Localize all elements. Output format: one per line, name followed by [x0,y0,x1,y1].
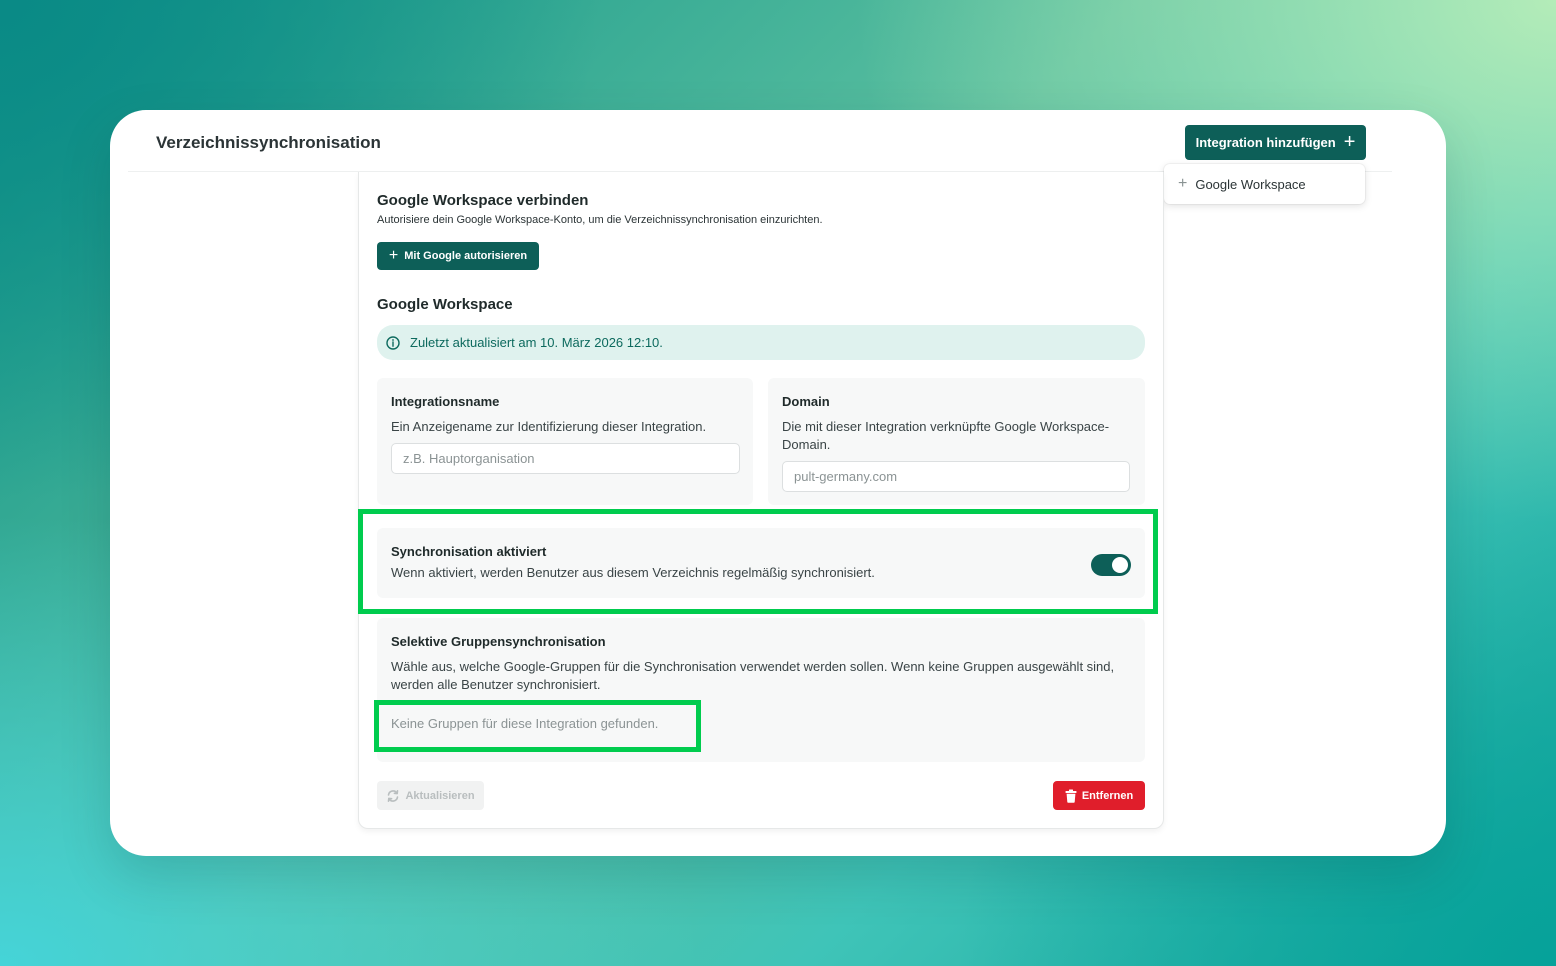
add-integration-label: Integration hinzufügen [1195,135,1336,150]
refresh-icon [388,789,399,802]
integration-name-label: Integrationsname [391,394,500,409]
info-icon [386,335,400,350]
integration-name-input[interactable] [391,443,740,474]
refresh-label: Aktualisieren [405,789,475,802]
group-sync-label: Selektive Gruppensynchronisation [391,634,606,649]
no-groups-highlight-box [374,700,701,752]
authorize-google-button[interactable]: + Mit Google autorisieren [377,242,539,270]
domain-panel: Domain Die mit dieser Integration verknü… [768,378,1145,505]
remove-button[interactable]: Entfernen [1053,781,1145,810]
sync-highlight-box [358,509,1158,614]
add-integration-button[interactable]: Integration hinzufügen + [1185,125,1366,160]
plus-icon: + [1343,130,1356,153]
connect-title: Google Workspace verbinden [377,192,589,209]
plus-icon: + [1178,175,1188,192]
plus-icon: + [388,247,399,264]
app-window: Verzeichnissynchronisation Integration h… [110,110,1446,856]
integration-name-description: Ein Anzeigename zur Identifizierung dies… [391,419,707,434]
authorize-google-label: Mit Google autorisieren [404,250,528,262]
integration-title: Google Workspace [377,296,513,313]
refresh-button[interactable]: Aktualisieren [377,781,484,810]
connect-description: Autorisiere dein Google Workspace-Konto,… [377,214,823,226]
last-updated-banner: Zuletzt aktualisiert am 10. März 2026 12… [377,325,1145,360]
domain-label: Domain [782,394,830,409]
domain-description: Die mit dieser Integration verknüpfte Go… [782,419,1110,452]
last-updated-text: Zuletzt aktualisiert am 10. März 2026 12… [410,335,663,350]
integration-dropdown-menu: + Google Workspace [1164,164,1365,204]
integration-name-panel: Integrationsname Ein Anzeigename zur Ide… [377,378,753,505]
trash-icon [1065,789,1077,803]
remove-label: Entfernen [1081,789,1134,802]
dropdown-item-google-workspace[interactable]: Google Workspace [1195,177,1305,192]
page-title: Verzeichnissynchronisation [156,133,381,152]
group-sync-description: Wähle aus, welche Google-Gruppen für die… [391,659,1115,692]
domain-input[interactable] [782,461,1130,492]
